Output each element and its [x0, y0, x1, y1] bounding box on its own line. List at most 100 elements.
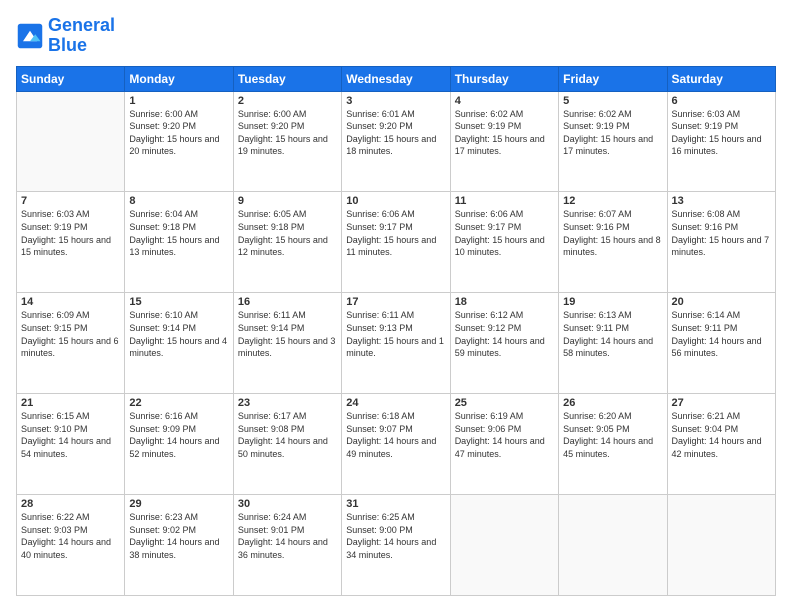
calendar-cell: 13 Sunrise: 6:08 AM Sunset: 9:16 PM Dayl…	[667, 192, 775, 293]
day-info: Sunrise: 6:12 AM Sunset: 9:12 PM Dayligh…	[455, 309, 554, 359]
calendar-week-row: 14 Sunrise: 6:09 AM Sunset: 9:15 PM Dayl…	[17, 293, 776, 394]
day-number: 20	[672, 296, 771, 308]
day-number: 3	[346, 95, 445, 107]
day-info: Sunrise: 6:05 AM Sunset: 9:18 PM Dayligh…	[238, 208, 337, 258]
calendar-cell: 28 Sunrise: 6:22 AM Sunset: 9:03 PM Dayl…	[17, 495, 125, 596]
calendar-cell	[559, 495, 667, 596]
day-info: Sunrise: 6:11 AM Sunset: 9:14 PM Dayligh…	[238, 309, 337, 359]
calendar-cell: 12 Sunrise: 6:07 AM Sunset: 9:16 PM Dayl…	[559, 192, 667, 293]
calendar-cell: 20 Sunrise: 6:14 AM Sunset: 9:11 PM Dayl…	[667, 293, 775, 394]
day-info: Sunrise: 6:16 AM Sunset: 9:09 PM Dayligh…	[129, 410, 228, 460]
calendar-day-header: Tuesday	[233, 66, 341, 91]
calendar-day-header: Wednesday	[342, 66, 450, 91]
day-number: 8	[129, 195, 228, 207]
day-info: Sunrise: 6:08 AM Sunset: 9:16 PM Dayligh…	[672, 208, 771, 258]
day-number: 10	[346, 195, 445, 207]
calendar-day-header: Friday	[559, 66, 667, 91]
day-number: 24	[346, 397, 445, 409]
calendar-cell: 27 Sunrise: 6:21 AM Sunset: 9:04 PM Dayl…	[667, 394, 775, 495]
calendar-cell: 19 Sunrise: 6:13 AM Sunset: 9:11 PM Dayl…	[559, 293, 667, 394]
calendar-week-row: 1 Sunrise: 6:00 AM Sunset: 9:20 PM Dayli…	[17, 91, 776, 192]
calendar-cell: 3 Sunrise: 6:01 AM Sunset: 9:20 PM Dayli…	[342, 91, 450, 192]
day-number: 1	[129, 95, 228, 107]
calendar-cell: 11 Sunrise: 6:06 AM Sunset: 9:17 PM Dayl…	[450, 192, 558, 293]
day-number: 11	[455, 195, 554, 207]
day-number: 30	[238, 498, 337, 510]
day-number: 17	[346, 296, 445, 308]
day-number: 14	[21, 296, 120, 308]
day-info: Sunrise: 6:18 AM Sunset: 9:07 PM Dayligh…	[346, 410, 445, 460]
calendar-cell: 14 Sunrise: 6:09 AM Sunset: 9:15 PM Dayl…	[17, 293, 125, 394]
calendar-day-header: Sunday	[17, 66, 125, 91]
day-number: 22	[129, 397, 228, 409]
day-info: Sunrise: 6:17 AM Sunset: 9:08 PM Dayligh…	[238, 410, 337, 460]
day-number: 7	[21, 195, 120, 207]
calendar-header-row: SundayMondayTuesdayWednesdayThursdayFrid…	[17, 66, 776, 91]
day-number: 9	[238, 195, 337, 207]
day-info: Sunrise: 6:06 AM Sunset: 9:17 PM Dayligh…	[346, 208, 445, 258]
day-number: 15	[129, 296, 228, 308]
calendar-cell: 6 Sunrise: 6:03 AM Sunset: 9:19 PM Dayli…	[667, 91, 775, 192]
calendar-cell: 1 Sunrise: 6:00 AM Sunset: 9:20 PM Dayli…	[125, 91, 233, 192]
calendar-cell: 2 Sunrise: 6:00 AM Sunset: 9:20 PM Dayli…	[233, 91, 341, 192]
calendar-cell: 23 Sunrise: 6:17 AM Sunset: 9:08 PM Dayl…	[233, 394, 341, 495]
day-number: 28	[21, 498, 120, 510]
calendar-cell: 10 Sunrise: 6:06 AM Sunset: 9:17 PM Dayl…	[342, 192, 450, 293]
calendar-cell: 5 Sunrise: 6:02 AM Sunset: 9:19 PM Dayli…	[559, 91, 667, 192]
calendar-week-row: 7 Sunrise: 6:03 AM Sunset: 9:19 PM Dayli…	[17, 192, 776, 293]
calendar-cell: 26 Sunrise: 6:20 AM Sunset: 9:05 PM Dayl…	[559, 394, 667, 495]
day-number: 2	[238, 95, 337, 107]
calendar-cell: 29 Sunrise: 6:23 AM Sunset: 9:02 PM Dayl…	[125, 495, 233, 596]
logo: General Blue	[16, 16, 115, 56]
day-number: 12	[563, 195, 662, 207]
day-info: Sunrise: 6:25 AM Sunset: 9:00 PM Dayligh…	[346, 511, 445, 561]
day-info: Sunrise: 6:03 AM Sunset: 9:19 PM Dayligh…	[672, 108, 771, 158]
day-number: 6	[672, 95, 771, 107]
calendar-cell: 16 Sunrise: 6:11 AM Sunset: 9:14 PM Dayl…	[233, 293, 341, 394]
day-info: Sunrise: 6:13 AM Sunset: 9:11 PM Dayligh…	[563, 309, 662, 359]
calendar-cell	[450, 495, 558, 596]
day-info: Sunrise: 6:06 AM Sunset: 9:17 PM Dayligh…	[455, 208, 554, 258]
calendar-cell	[17, 91, 125, 192]
calendar-cell: 22 Sunrise: 6:16 AM Sunset: 9:09 PM Dayl…	[125, 394, 233, 495]
calendar-cell: 9 Sunrise: 6:05 AM Sunset: 9:18 PM Dayli…	[233, 192, 341, 293]
calendar-cell: 21 Sunrise: 6:15 AM Sunset: 9:10 PM Dayl…	[17, 394, 125, 495]
day-number: 18	[455, 296, 554, 308]
day-info: Sunrise: 6:01 AM Sunset: 9:20 PM Dayligh…	[346, 108, 445, 158]
calendar-cell: 18 Sunrise: 6:12 AM Sunset: 9:12 PM Dayl…	[450, 293, 558, 394]
day-number: 25	[455, 397, 554, 409]
day-info: Sunrise: 6:22 AM Sunset: 9:03 PM Dayligh…	[21, 511, 120, 561]
day-number: 23	[238, 397, 337, 409]
day-info: Sunrise: 6:02 AM Sunset: 9:19 PM Dayligh…	[563, 108, 662, 158]
day-number: 21	[21, 397, 120, 409]
logo-text: General Blue	[48, 16, 115, 56]
page: General Blue SundayMondayTuesdayWednesda…	[0, 0, 792, 612]
calendar-cell: 8 Sunrise: 6:04 AM Sunset: 9:18 PM Dayli…	[125, 192, 233, 293]
day-info: Sunrise: 6:02 AM Sunset: 9:19 PM Dayligh…	[455, 108, 554, 158]
day-info: Sunrise: 6:09 AM Sunset: 9:15 PM Dayligh…	[21, 309, 120, 359]
header: General Blue	[16, 16, 776, 56]
calendar-cell	[667, 495, 775, 596]
calendar-day-header: Monday	[125, 66, 233, 91]
day-info: Sunrise: 6:24 AM Sunset: 9:01 PM Dayligh…	[238, 511, 337, 561]
day-info: Sunrise: 6:20 AM Sunset: 9:05 PM Dayligh…	[563, 410, 662, 460]
day-info: Sunrise: 6:15 AM Sunset: 9:10 PM Dayligh…	[21, 410, 120, 460]
day-number: 4	[455, 95, 554, 107]
day-info: Sunrise: 6:23 AM Sunset: 9:02 PM Dayligh…	[129, 511, 228, 561]
day-info: Sunrise: 6:00 AM Sunset: 9:20 PM Dayligh…	[129, 108, 228, 158]
day-info: Sunrise: 6:14 AM Sunset: 9:11 PM Dayligh…	[672, 309, 771, 359]
calendar-week-row: 21 Sunrise: 6:15 AM Sunset: 9:10 PM Dayl…	[17, 394, 776, 495]
calendar-week-row: 28 Sunrise: 6:22 AM Sunset: 9:03 PM Dayl…	[17, 495, 776, 596]
day-info: Sunrise: 6:07 AM Sunset: 9:16 PM Dayligh…	[563, 208, 662, 258]
calendar-cell: 17 Sunrise: 6:11 AM Sunset: 9:13 PM Dayl…	[342, 293, 450, 394]
calendar-cell: 4 Sunrise: 6:02 AM Sunset: 9:19 PM Dayli…	[450, 91, 558, 192]
logo-icon	[16, 22, 44, 50]
calendar-cell: 31 Sunrise: 6:25 AM Sunset: 9:00 PM Dayl…	[342, 495, 450, 596]
day-number: 13	[672, 195, 771, 207]
calendar-cell: 30 Sunrise: 6:24 AM Sunset: 9:01 PM Dayl…	[233, 495, 341, 596]
day-number: 5	[563, 95, 662, 107]
day-number: 16	[238, 296, 337, 308]
day-number: 26	[563, 397, 662, 409]
calendar-table: SundayMondayTuesdayWednesdayThursdayFrid…	[16, 66, 776, 596]
day-info: Sunrise: 6:21 AM Sunset: 9:04 PM Dayligh…	[672, 410, 771, 460]
